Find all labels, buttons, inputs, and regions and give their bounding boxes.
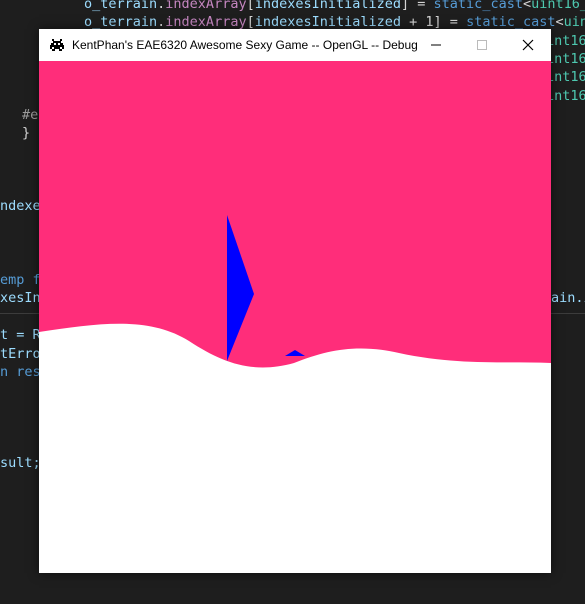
code-line: n res — [0, 363, 41, 381]
code-line: #e — [22, 106, 38, 124]
code-token: emp f — [0, 272, 41, 288]
code-token: int16 — [546, 33, 585, 49]
minimize-button[interactable] — [413, 29, 459, 61]
code-line: sult; — [0, 454, 41, 472]
opengl-viewport[interactable] — [39, 61, 551, 573]
code-token: tErro — [0, 346, 41, 362]
code-token: int16 — [546, 69, 585, 85]
space-invader-icon — [50, 39, 64, 51]
code-line: ain.i — [551, 289, 585, 307]
window-titlebar[interactable]: KentPhan's EAE6320 Awesome Sexy Game -- … — [39, 29, 551, 61]
scene-canvas — [39, 61, 551, 573]
code-line: } — [22, 124, 30, 142]
code-line: tErro — [0, 345, 41, 363]
code-token: int16 — [546, 51, 585, 67]
code-line: int16 — [546, 68, 585, 86]
code-token: } — [22, 125, 31, 141]
code-token: xesIn — [0, 290, 41, 306]
code-line: o_terrain.indexArray[indexesInitialized]… — [84, 0, 585, 13]
code-token: o_terrain — [84, 14, 158, 30]
code-token: indexArray — [165, 14, 247, 30]
code-token: static_cast — [466, 14, 556, 30]
code-line: emp f — [0, 271, 41, 289]
maximize-icon — [477, 40, 487, 50]
code-token: [ — [246, 0, 255, 12]
minimize-icon — [431, 44, 441, 46]
game-window[interactable]: KentPhan's EAE6320 Awesome Sexy Game -- … — [39, 29, 551, 573]
maximize-button[interactable] — [459, 29, 505, 61]
code-token: uint16 — [563, 14, 585, 30]
code-token: < — [522, 0, 532, 12]
code-token: indexesInitialized — [254, 14, 402, 30]
code-line: int16 — [546, 87, 585, 105]
code-token: n res — [0, 364, 41, 380]
code-token: ndexe — [0, 198, 41, 214]
window-title: KentPhan's EAE6320 Awesome Sexy Game -- … — [72, 38, 418, 52]
code-token: static_cast — [433, 0, 523, 12]
code-token: + 1] = — [401, 14, 467, 30]
close-icon — [522, 39, 534, 51]
code-token: ain.i — [551, 290, 585, 306]
code-token: < — [555, 14, 564, 30]
code-token: o_terrain — [84, 0, 158, 12]
code-token: [ — [246, 14, 255, 30]
code-line: int16 — [546, 50, 585, 68]
code-token: indexesInitialized — [254, 0, 402, 12]
code-token: int16 — [546, 88, 585, 104]
code-token: uint16_t — [531, 0, 585, 12]
code-line: int16 — [546, 32, 585, 50]
code-token: indexArray — [165, 0, 247, 12]
code-line: xesIn — [0, 289, 41, 307]
code-line: t = R — [0, 326, 41, 344]
code-token: sult; — [0, 455, 41, 471]
code-token: ] = — [401, 0, 434, 12]
code-line: ndexe — [0, 197, 41, 215]
close-button[interactable] — [505, 29, 551, 61]
code-token: #e — [22, 107, 39, 123]
code-token: t = R — [0, 327, 41, 343]
